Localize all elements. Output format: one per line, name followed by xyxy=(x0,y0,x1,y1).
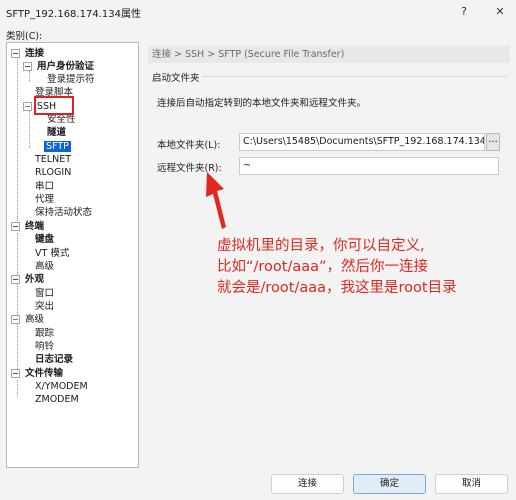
tree-item-label: 响铃 xyxy=(35,341,55,352)
collapse-icon[interactable]: − xyxy=(11,369,20,378)
tree-item-label: X/YMODEM xyxy=(35,381,88,392)
annotation-line: 虚拟机里的目录，你可以自定义, xyxy=(217,238,425,254)
local-folder-label: 本地文件夹(L): xyxy=(157,140,221,151)
tree-item-terminal-advanced[interactable]: 高级 xyxy=(35,261,54,273)
close-button[interactable]: ✕ xyxy=(486,2,514,20)
tree-item-label: 高级 xyxy=(35,261,55,272)
annotation-text: 虚拟机里的目录，你可以自定义, 比如“/root/aaa”，然后你一连接 就会是… xyxy=(217,236,507,299)
tree-item-logging[interactable]: 日志记录 xyxy=(35,354,73,366)
group-divider xyxy=(202,76,508,77)
tree-item-label: 隧道 xyxy=(47,127,67,138)
tree-item-label: 终端 xyxy=(25,221,45,232)
collapse-icon[interactable]: − xyxy=(11,315,20,324)
cancel-button[interactable]: 取消 xyxy=(435,474,508,494)
tree-item-label: RLOGIN xyxy=(35,167,72,178)
tree-item-vt-mode[interactable]: VT 模式 xyxy=(35,248,69,260)
tree-item-bell[interactable]: 响铃 xyxy=(35,341,54,353)
group-title: 启动文件夹 xyxy=(152,73,200,84)
tree-item-proxy[interactable]: 代理 xyxy=(35,194,54,206)
collapse-icon[interactable]: − xyxy=(11,222,20,231)
tree-item-label: 跟踪 xyxy=(35,328,55,339)
tree-item-label: ZMODEM xyxy=(35,394,79,405)
tree-item-keepalive[interactable]: 保持活动状态 xyxy=(35,207,92,219)
arrow-icon xyxy=(206,172,226,229)
tree-item-label: 键盘 xyxy=(35,234,55,245)
tree-item-highlight[interactable]: 突出 xyxy=(35,301,54,313)
tree-connector xyxy=(29,71,30,81)
breadcrumb: 连接 > SSH > SFTP (Secure File Transfer) xyxy=(148,46,510,63)
tree-item-security[interactable]: 安全性 xyxy=(47,114,76,126)
tree-item-serial[interactable]: 串口 xyxy=(35,181,54,193)
annotation-line: 比如“/root/aaa”，然后你一连接 xyxy=(217,259,429,275)
remote-folder-input[interactable]: ~ xyxy=(239,157,499,175)
collapse-icon[interactable]: − xyxy=(23,62,32,71)
tree-connector xyxy=(17,55,18,225)
tree-item-label: 外观 xyxy=(25,274,45,285)
tree-item-label: 文件传输 xyxy=(25,368,64,379)
tree-item-trace[interactable]: 跟踪 xyxy=(35,328,54,340)
tree-item-label: 保持活动状态 xyxy=(35,207,93,218)
collapse-icon[interactable]: − xyxy=(23,102,32,111)
tree-item-label: SFTP xyxy=(44,141,71,152)
tree-item-label: 用户身份验证 xyxy=(37,61,95,72)
annotation-line: 就会是/root/aaa，我这里是root目录 xyxy=(217,280,457,296)
tree-item-login-prompt[interactable]: 登录提示符 xyxy=(47,74,95,86)
browse-button[interactable]: ... xyxy=(486,133,500,151)
ok-button[interactable]: 确定 xyxy=(353,474,426,494)
tree-item-tunnel[interactable]: 隧道 xyxy=(47,127,66,139)
tree-item-xymodem[interactable]: X/YMODEM xyxy=(35,381,88,393)
tree-item-telnet[interactable]: TELNET xyxy=(35,154,71,166)
tree-item-window[interactable]: 窗口 xyxy=(35,288,54,300)
tree-item-label: 串口 xyxy=(35,181,55,192)
connect-button[interactable]: 连接 xyxy=(271,474,344,494)
category-label: 类别(C): xyxy=(6,31,43,42)
tree-item-label: TELNET xyxy=(35,154,72,165)
window-title: SFTP_192.168.174.134属性 xyxy=(6,9,141,20)
tree-item-sftp[interactable]: SFTP xyxy=(44,141,71,153)
tree-item-keyboard[interactable]: 键盘 xyxy=(35,234,54,246)
tree-item-label: 窗口 xyxy=(35,288,55,299)
tree-item-label: 日志记录 xyxy=(35,354,74,365)
description-text: 连接后自动指定转到的本地文件夹和远程文件夹。 xyxy=(157,98,367,109)
tree-item-label: 代理 xyxy=(35,194,55,205)
tree-item-label: 突出 xyxy=(35,301,55,312)
title-bar: SFTP_192.168.174.134属性 ? ✕ xyxy=(0,0,516,22)
local-folder-input[interactable]: C:\Users\15485\Documents\SFTP_192.168.17… xyxy=(239,133,485,151)
collapse-icon[interactable]: − xyxy=(11,275,20,284)
collapse-icon[interactable]: − xyxy=(11,49,20,58)
tree-item-label: 安全性 xyxy=(47,114,76,125)
help-button[interactable]: ? xyxy=(450,2,478,20)
highlight-box xyxy=(34,96,74,115)
tree-item-rlogin[interactable]: RLOGIN xyxy=(35,167,71,179)
tree-connector xyxy=(17,380,18,397)
tree-connector xyxy=(29,111,30,148)
tree-item-zmodem[interactable]: ZMODEM xyxy=(35,394,79,406)
tree-item-label: 登录提示符 xyxy=(47,74,95,85)
tree-item-label: 高级 xyxy=(25,314,45,325)
arrow-shape xyxy=(206,172,226,229)
tree-connector xyxy=(17,233,18,373)
tree-item-label: 连接 xyxy=(25,48,45,59)
tree-item-label: VT 模式 xyxy=(35,248,70,259)
